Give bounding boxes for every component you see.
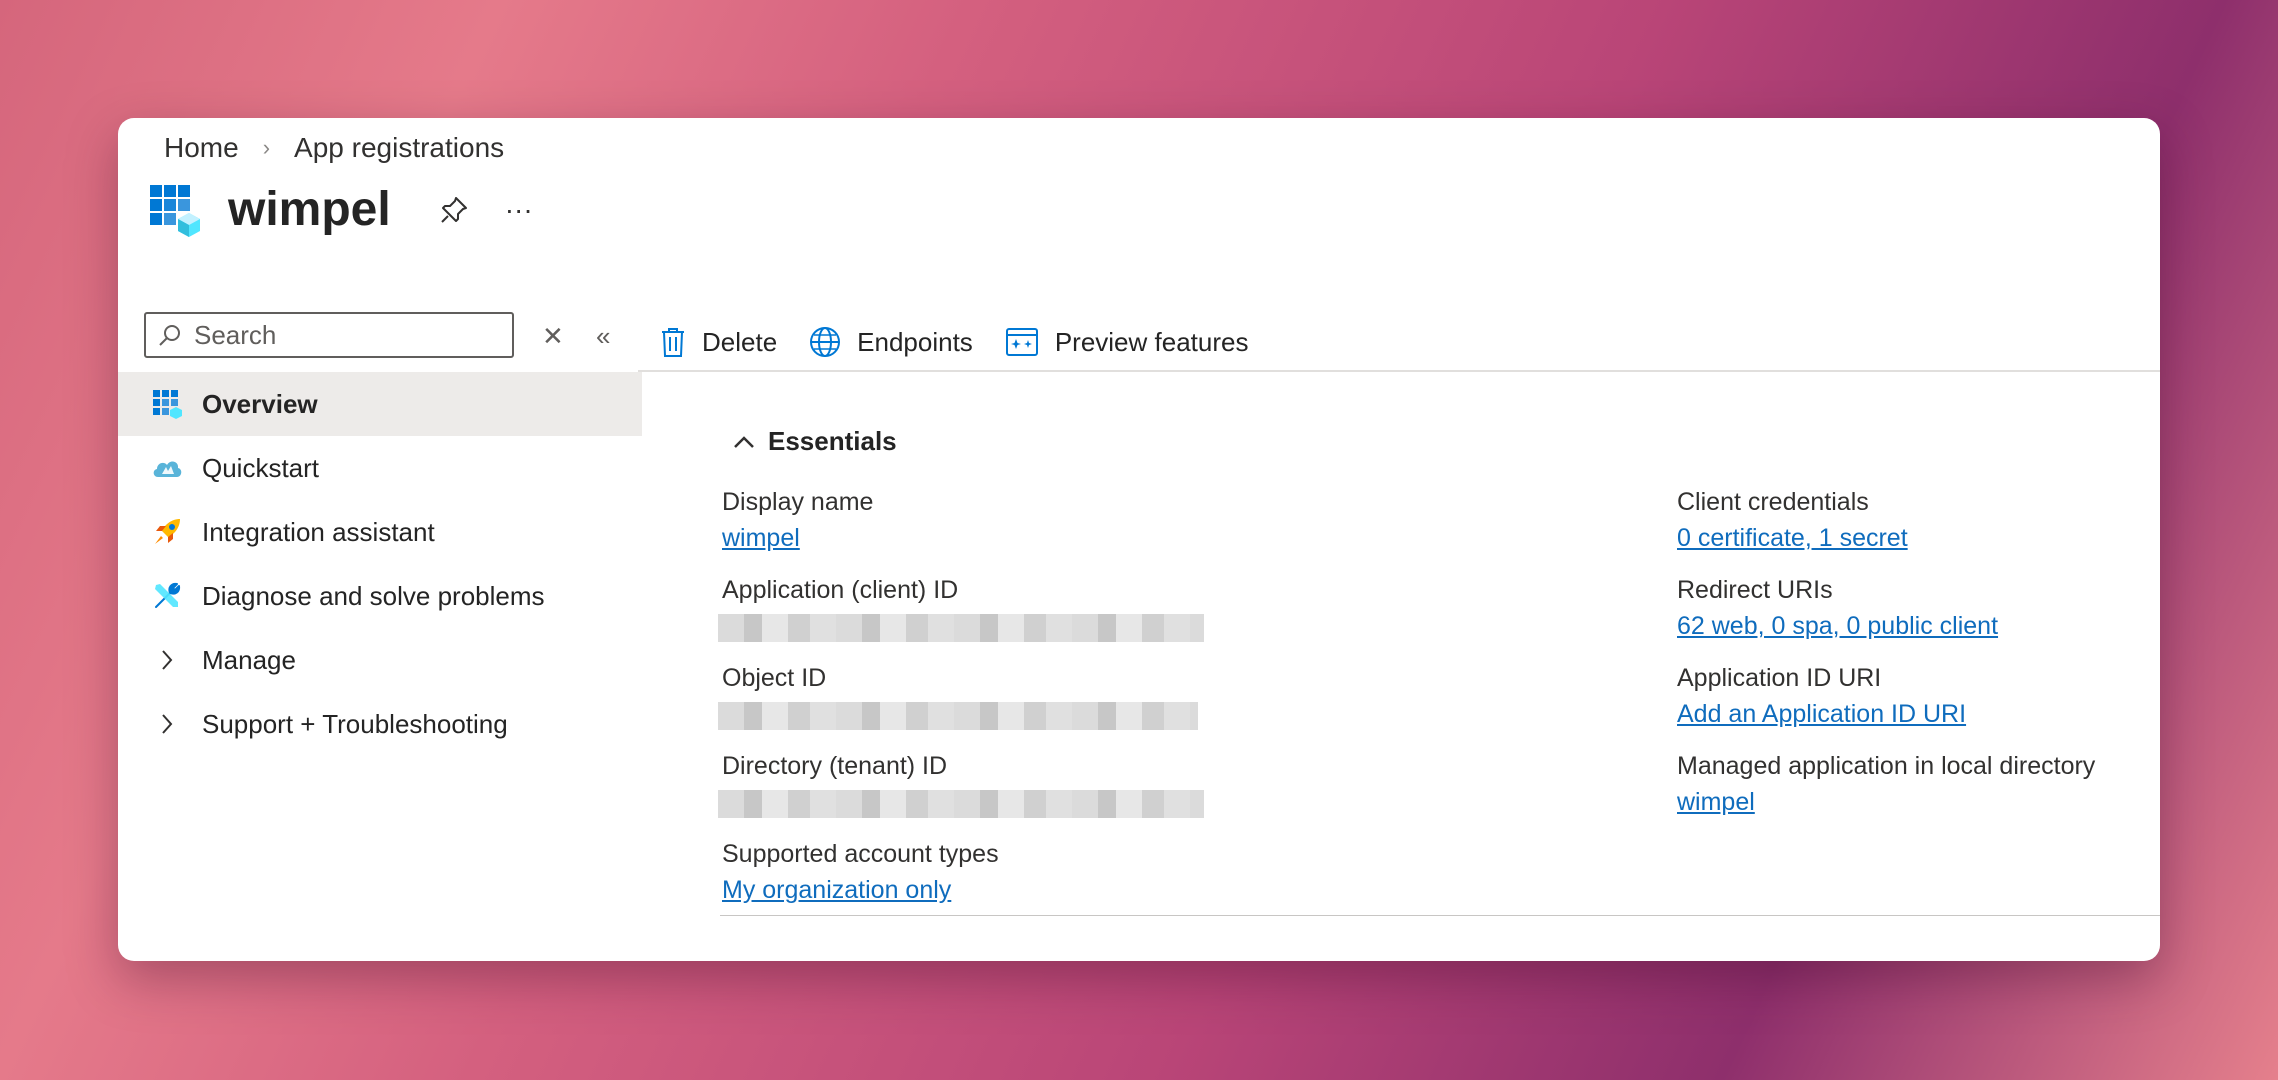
sidebar-item-support[interactable]: Support + Troubleshooting	[118, 692, 642, 756]
search-input[interactable]	[192, 318, 496, 352]
managed-app-link[interactable]: wimpel	[1677, 788, 1755, 817]
search-icon	[158, 323, 182, 347]
app-id-uri-link[interactable]: Add an Application ID URI	[1677, 700, 1966, 729]
more-options-button[interactable]: ···	[505, 194, 533, 226]
app-registration-icon	[150, 184, 200, 237]
app-grid-icon	[150, 387, 184, 421]
wrench-icon	[150, 579, 184, 613]
breadcrumb-home[interactable]: Home	[164, 132, 239, 164]
tenant-id-redacted	[718, 790, 1204, 818]
endpoints-label: Endpoints	[857, 326, 973, 357]
sidebar-item-label: Overview	[202, 388, 318, 419]
title-row: wimpel ···	[148, 182, 569, 237]
essentials-divider	[720, 915, 2160, 916]
delete-label: Delete	[702, 326, 778, 357]
essentials-header: Essentials	[768, 426, 897, 456]
breadcrumb-app-registrations[interactable]: App registrations	[294, 132, 504, 164]
sidebar-item-label: Quickstart	[202, 452, 320, 483]
collapse-sidebar-button[interactable]: «	[596, 321, 610, 352]
redirect-uris-label: Redirect URIs	[1677, 576, 1833, 604]
account-types-label: Supported account types	[722, 840, 999, 868]
sidebar-item-integration-assistant[interactable]: Integration assistant	[118, 500, 642, 564]
endpoints-button[interactable]: Endpoints	[809, 326, 973, 358]
sidebar-item-label: Diagnose and solve problems	[202, 580, 545, 611]
chevron-right-icon	[150, 707, 184, 741]
app-window: Home › App registrations wimpel ··· ✕ «	[118, 118, 2160, 961]
sidebar-item-quickstart[interactable]: Quickstart	[118, 436, 642, 500]
delete-button[interactable]: Delete	[660, 326, 777, 358]
sidebar-item-overview[interactable]: Overview	[118, 372, 642, 436]
page-title: wimpel	[228, 183, 391, 236]
pin-button[interactable]	[439, 195, 469, 225]
display-name-link[interactable]: wimpel	[722, 524, 800, 553]
breadcrumb-separator: ›	[262, 135, 271, 160]
trash-icon	[662, 328, 684, 357]
globe-icon	[810, 327, 841, 357]
sidebar-item-label: Manage	[202, 644, 296, 675]
essentials-toggle[interactable]: Essentials	[732, 426, 897, 457]
sidebar-item-manage[interactable]: Manage	[118, 628, 642, 692]
clear-search-button[interactable]: ✕	[542, 321, 564, 352]
sidebar-item-label: Integration assistant	[202, 516, 435, 547]
sidebar-nav: Overview Quickstart Integration assistan…	[118, 372, 642, 756]
preview-features-label: Preview features	[1054, 326, 1249, 357]
preview-features-icon	[1005, 328, 1038, 356]
redirect-uris-link[interactable]: 62 web, 0 spa, 0 public client	[1677, 612, 1998, 641]
client-credentials-link[interactable]: 0 certificate, 1 secret	[1677, 524, 1908, 553]
app-id-uri-label: Application ID URI	[1677, 664, 1882, 692]
object-id-label: Object ID	[722, 664, 827, 692]
sidebar-item-diagnose[interactable]: Diagnose and solve problems	[118, 564, 642, 628]
client-credentials-label: Client credentials	[1677, 488, 1869, 516]
tenant-id-label: Directory (tenant) ID	[722, 752, 948, 780]
account-types-link[interactable]: My organization only	[722, 876, 951, 905]
app-client-id-redacted	[718, 614, 1204, 642]
cloud-icon	[150, 451, 184, 485]
command-bar: Delete Endpoints Preview features	[638, 314, 2160, 372]
search-box	[144, 312, 514, 358]
display-name-label: Display name	[722, 488, 874, 516]
breadcrumb: Home › App registrations	[164, 132, 504, 164]
app-client-id-label: Application (client) ID	[722, 576, 959, 604]
chevron-up-icon	[734, 435, 754, 448]
sidebar-item-label: Support + Troubleshooting	[202, 708, 508, 739]
rocket-icon	[150, 515, 184, 549]
chevron-right-icon	[150, 643, 184, 677]
object-id-redacted	[718, 702, 1198, 730]
managed-app-label: Managed application in local directory	[1677, 752, 2096, 780]
preview-features-button[interactable]: Preview features	[1005, 326, 1249, 358]
pin-icon	[440, 196, 467, 223]
